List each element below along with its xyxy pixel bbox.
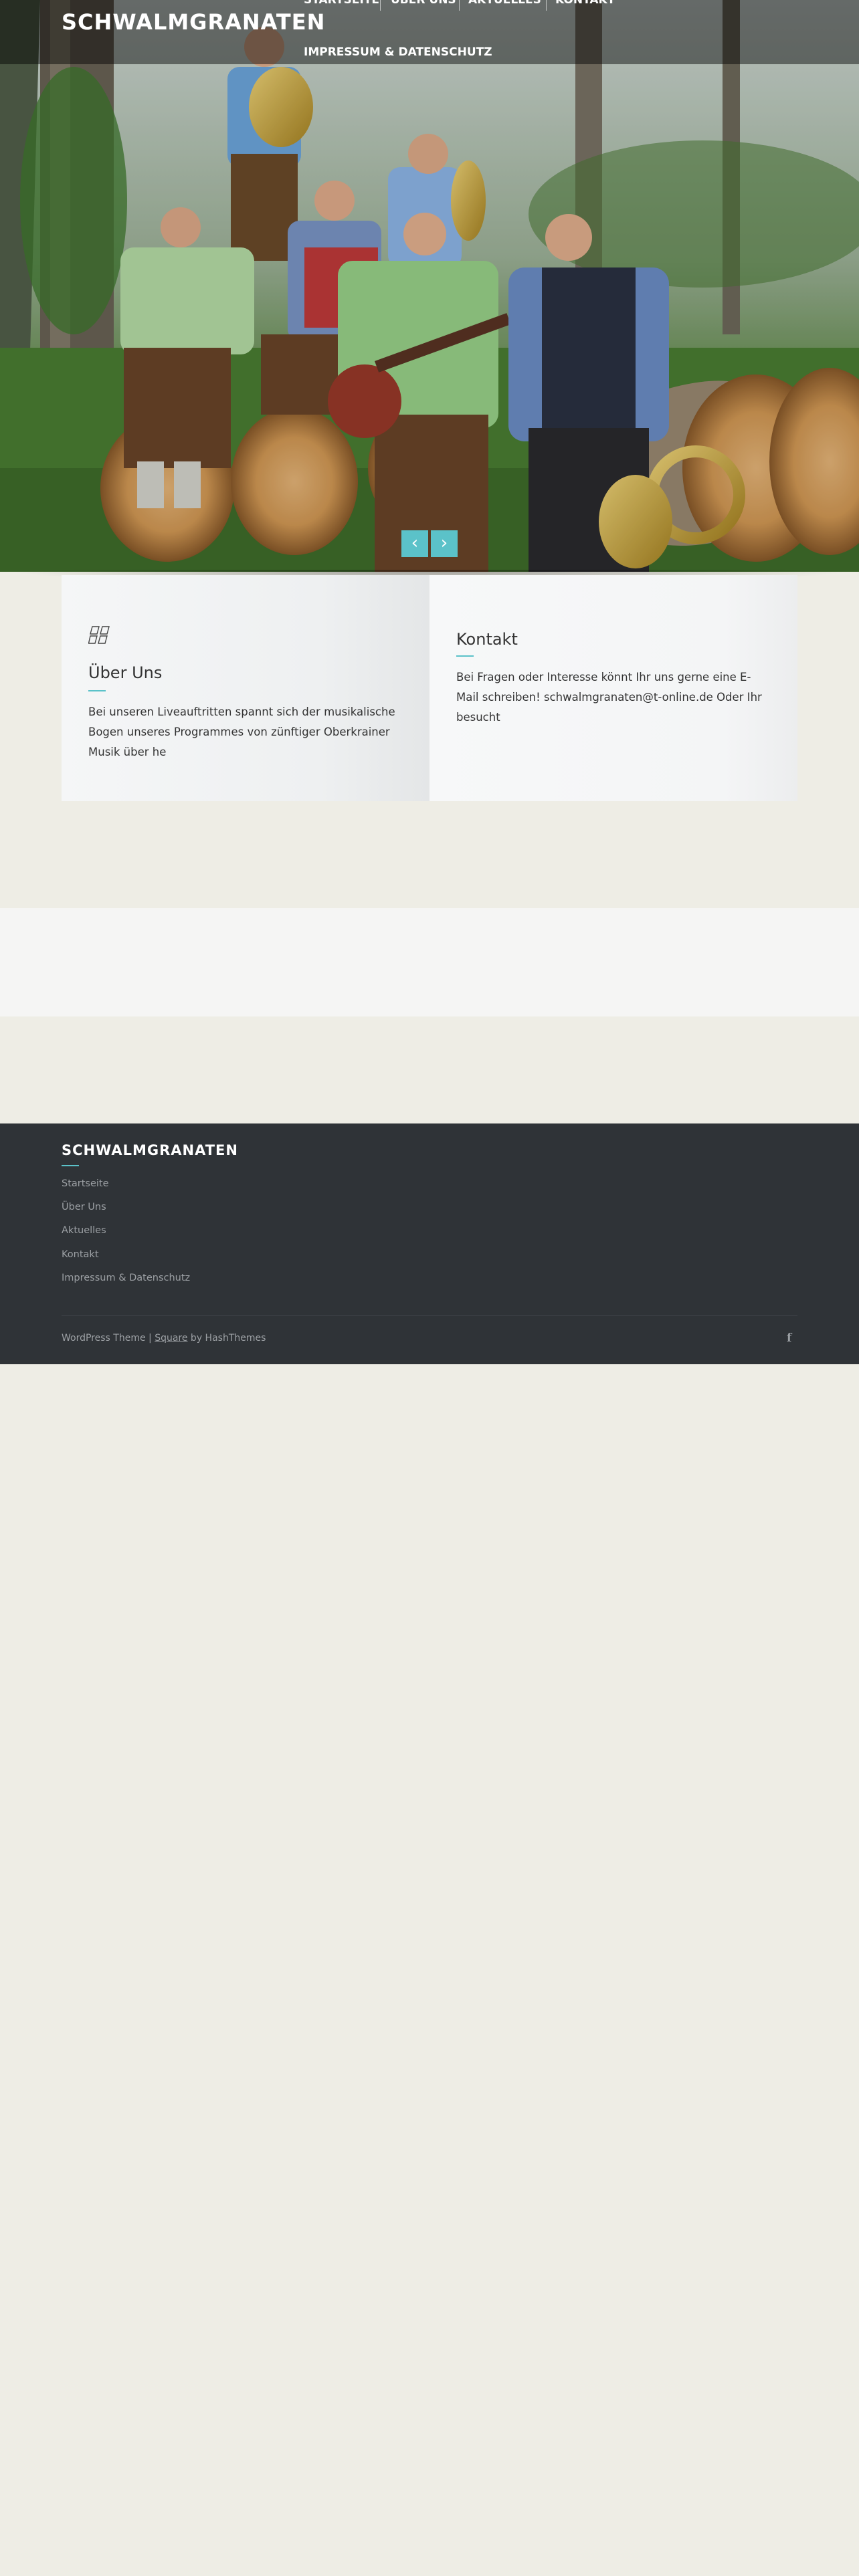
nav-item-impressum[interactable]: IMPRESSUM & DATENSCHUTZ <box>304 45 492 59</box>
nav-item-aktuelles[interactable]: AKTUELLES <box>468 0 541 7</box>
nav-separator <box>380 0 381 11</box>
nav-separator <box>546 0 547 11</box>
footer-link-impressum[interactable]: Impressum & Datenschutz <box>62 1273 190 1283</box>
hero-slider: SCHWALMGRANATEN STARTSEITE ÜBER UNS AKTU… <box>0 0 859 572</box>
footer: SCHWALMGRANATEN Startseite Über Uns Aktu… <box>0 1123 859 1364</box>
feature-title: Über Uns <box>88 663 163 682</box>
nav-item-kontakt[interactable]: KONTAKT <box>555 0 615 7</box>
nav-separator <box>459 0 460 11</box>
hero-overlay <box>0 0 859 572</box>
feature-accent-line <box>456 655 474 657</box>
feature-text: Bei Fragen oder Interesse könnt Ihr uns … <box>456 671 762 724</box>
credits-suffix: by HashThemes <box>187 1333 266 1344</box>
nav-item-startseite[interactable]: STARTSEITE <box>304 0 379 7</box>
chevron-left-icon: ‹ <box>411 533 419 553</box>
feature-ueber-uns: Über Uns Bei unseren Liveauftritten span… <box>62 575 430 801</box>
site-title-link[interactable]: SCHWALMGRANATEN <box>62 9 325 35</box>
chevron-right-icon: › <box>440 533 448 553</box>
footer-divider <box>62 1315 797 1316</box>
footer-link-startseite[interactable]: Startseite <box>62 1178 109 1189</box>
content-band <box>0 908 859 1016</box>
slider-next-button[interactable]: › <box>431 530 458 557</box>
footer-link-aktuelles[interactable]: Aktuelles <box>62 1225 106 1236</box>
feature-kontakt: Kontakt Bei Fragen oder Interesse könnt … <box>430 575 797 801</box>
footer-accent-line <box>62 1165 79 1166</box>
slider-prev-button[interactable]: ‹ <box>401 530 428 557</box>
footer-link-kontakt[interactable]: Kontakt <box>62 1249 99 1260</box>
grid-icon <box>88 626 110 644</box>
feature-accent-line <box>88 690 106 691</box>
footer-credits: WordPress Theme | Square by HashThemes <box>62 1333 266 1344</box>
footer-title: SCHWALMGRANATEN <box>62 1142 238 1158</box>
feature-text: Bei unseren Liveauftritten spannt sich d… <box>88 706 395 758</box>
feature-title: Kontakt <box>456 630 518 649</box>
credits-prefix: WordPress Theme | <box>62 1333 155 1344</box>
footer-link-ueber-uns[interactable]: Über Uns <box>62 1202 106 1212</box>
features-section: Über Uns Bei unseren Liveauftritten span… <box>62 575 797 801</box>
facebook-icon[interactable]: f <box>787 1331 791 1345</box>
nav-item-ueber-uns[interactable]: ÜBER UNS <box>391 0 456 7</box>
theme-link[interactable]: Square <box>155 1333 187 1344</box>
